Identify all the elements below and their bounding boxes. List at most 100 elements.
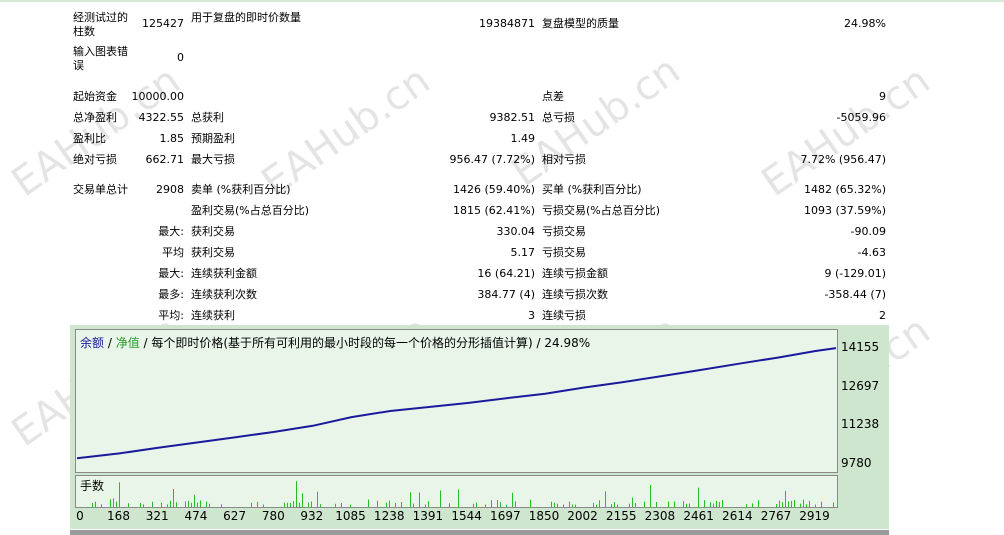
- volume-bar: [512, 492, 513, 507]
- volume-bar: [683, 501, 684, 507]
- volume-bar: [593, 502, 594, 507]
- stat-label: 获利交易: [191, 225, 235, 238]
- x-tick-label: 0: [76, 509, 84, 523]
- x-tick-label: 474: [184, 509, 208, 523]
- volume-bar: [128, 503, 129, 507]
- volume-bar: [350, 504, 351, 507]
- volume-bar: [530, 499, 531, 507]
- stat-value: 平均:: [158, 309, 184, 322]
- volume-bar: [809, 500, 810, 507]
- volume-chart-svg: [92, 481, 834, 507]
- x-tick-label: 2308: [644, 509, 676, 523]
- x-tick-label: 780: [261, 509, 285, 523]
- volume-bar: [506, 504, 507, 507]
- stat-value: 1482 (65.32%): [803, 183, 886, 196]
- volume-bar: [476, 502, 477, 507]
- x-tick-label: 321: [145, 509, 169, 523]
- volume-label: 手数: [80, 479, 105, 493]
- volume-bar: [719, 502, 720, 507]
- y-tick-label: 11238: [841, 417, 880, 432]
- stat-value: 1093 (37.59%): [803, 204, 886, 217]
- stat-value: 9: [879, 90, 886, 103]
- volume-bar: [821, 501, 822, 507]
- volume-bar: [428, 501, 429, 507]
- stat-label: 最大亏损: [191, 153, 235, 166]
- stat-label: 连续亏损金额: [542, 267, 608, 280]
- volume-bar: [377, 500, 378, 507]
- volume-bar: [119, 482, 120, 507]
- volume-bar: [614, 502, 615, 507]
- balance-chart: 余额 / 净值 / 每个即时价格(基于所有可利用的最小时段的每一个价格的分形插值…: [75, 329, 838, 473]
- volume-bar: [782, 502, 783, 507]
- horizontal-scrollbar[interactable]: [70, 530, 889, 535]
- volume-bar: [449, 503, 450, 507]
- x-tick-label: 1697: [490, 509, 521, 523]
- volume-bar: [395, 502, 396, 507]
- x-tick-label: 2002: [567, 509, 598, 523]
- stat-value: 1815 (62.41%): [452, 204, 535, 217]
- volume-bar: [335, 503, 336, 507]
- stat-value: 10000.00: [131, 90, 185, 103]
- stat-value: 956.47 (7.72%): [449, 153, 535, 166]
- stat-label: 盈利比: [73, 132, 106, 145]
- volume-bar: [110, 499, 111, 507]
- volume-bar: [341, 503, 342, 507]
- stat-value: -358.44 (7): [824, 288, 886, 301]
- volume-bar: [191, 502, 192, 507]
- volume-bar: [95, 501, 96, 507]
- volume-bar: [746, 504, 747, 507]
- volume-bar: [293, 501, 294, 507]
- volume-bar: [785, 490, 786, 507]
- stat-value: 1426 (59.40%): [452, 183, 535, 196]
- stat-value: 16 (64.21): [477, 267, 535, 280]
- volume-bar: [200, 500, 201, 507]
- volume-bar: [689, 503, 690, 507]
- stat-label: 亏损交易(%占总百分比): [542, 204, 661, 217]
- stat-value: 4322.55: [138, 111, 185, 124]
- stat-label: 买单 (%获利百分比): [542, 183, 642, 196]
- balance-line: [76, 347, 837, 460]
- stat-value: 125427: [142, 17, 184, 30]
- volume-bar: [317, 491, 318, 507]
- volume-bar: [419, 492, 420, 507]
- stat-label: 连续亏损: [542, 309, 586, 322]
- volume-bar: [710, 502, 711, 507]
- stat-value: -4.63: [857, 246, 886, 259]
- volume-bar: [176, 502, 177, 507]
- legend-equity: 净值: [115, 336, 140, 350]
- volume-bar: [284, 502, 285, 507]
- volume-bar: [143, 504, 144, 507]
- x-tick-label: 2767: [760, 509, 792, 523]
- volume-bar: [779, 500, 780, 507]
- stat-label: 连续亏损次数: [542, 288, 608, 301]
- volume-bar: [650, 484, 651, 507]
- volume-bar: [758, 500, 759, 507]
- volume-chart: 手数: [75, 475, 838, 508]
- stat-label: 用于复盘的即时价数量: [191, 11, 301, 24]
- volume-bar: [596, 504, 597, 507]
- stat-label: 总亏损: [542, 111, 575, 124]
- volume-bar: [557, 503, 558, 507]
- volume-bar: [668, 501, 669, 507]
- balance-chart-svg: [76, 347, 837, 460]
- stat-label: 亏损交易: [542, 225, 586, 238]
- volume-bar: [698, 487, 699, 507]
- volume-bar: [92, 502, 93, 507]
- volume-bar: [815, 504, 816, 507]
- volume-bar: [716, 500, 717, 507]
- volume-bar: [188, 500, 189, 507]
- volume-bar: [290, 502, 291, 507]
- volume-bar: [686, 503, 687, 507]
- volume-bar: [611, 504, 612, 507]
- volume-bar: [194, 494, 195, 507]
- volume-bar: [251, 502, 252, 507]
- volume-bar: [788, 501, 789, 507]
- volume-bar: [803, 499, 804, 507]
- x-tick-label: 168: [107, 509, 130, 523]
- stat-value: 24.98%: [844, 17, 886, 30]
- volume-bar: [833, 502, 834, 507]
- volume-bar: [440, 490, 441, 507]
- volume-bar: [173, 488, 174, 507]
- stat-value: 3: [528, 309, 535, 322]
- stat-value: 1.85: [159, 132, 185, 145]
